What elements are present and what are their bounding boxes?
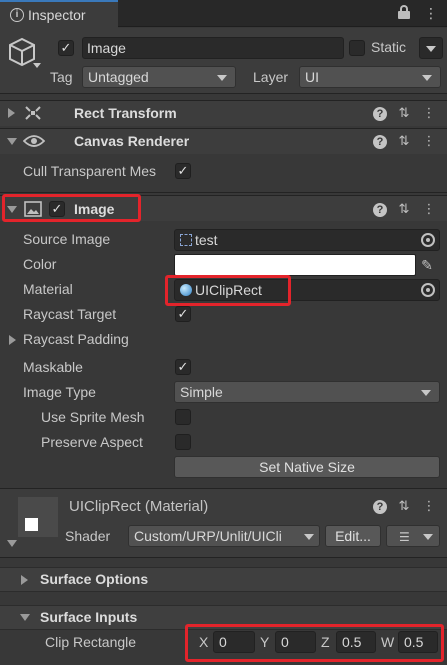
material-preview-thumbnail bbox=[18, 497, 58, 537]
list-icon: ☰ bbox=[399, 530, 410, 544]
active-toggle[interactable]: ✓ bbox=[58, 40, 74, 56]
raycast-target-toggle[interactable]: ✓ bbox=[175, 306, 191, 322]
canvas-renderer-title: Canvas Renderer bbox=[74, 133, 190, 149]
layer-label: Layer bbox=[253, 69, 289, 85]
separator bbox=[0, 192, 447, 193]
use-sprite-mesh-label: Use Sprite Mesh bbox=[41, 409, 145, 425]
name-field[interactable]: Image bbox=[82, 37, 344, 59]
object-picker-icon[interactable] bbox=[421, 233, 435, 247]
source-image-label: Source Image bbox=[23, 231, 111, 247]
preset-icon[interactable]: ⇅ bbox=[397, 106, 411, 120]
kebab-menu-icon[interactable]: ⋮ bbox=[422, 106, 436, 120]
foldout-expanded-icon[interactable] bbox=[7, 540, 17, 547]
name-field-value: Image bbox=[87, 40, 126, 56]
eye-icon bbox=[23, 135, 45, 147]
rect-transform-icon bbox=[25, 106, 41, 120]
shader-dropdown[interactable]: Custom/URP/Unlit/UICli bbox=[128, 525, 320, 547]
source-image-value: test bbox=[195, 232, 218, 248]
help-icon[interactable]: ? bbox=[373, 500, 387, 514]
tag-dropdown[interactable]: Untagged bbox=[82, 66, 236, 88]
shader-options-dropdown[interactable]: ☰ bbox=[386, 525, 440, 547]
help-icon[interactable]: ? bbox=[373, 135, 387, 149]
static-label: Static bbox=[371, 39, 407, 55]
raycast-padding-label[interactable]: Raycast Padding bbox=[23, 331, 129, 347]
highlight-image-header bbox=[2, 194, 141, 222]
shader-label: Shader bbox=[65, 528, 111, 544]
eyedropper-icon[interactable]: ✎ bbox=[420, 258, 434, 272]
help-icon[interactable]: ? bbox=[373, 107, 387, 121]
rect-transform-title: Rect Transform bbox=[74, 105, 177, 121]
highlight-clip-rectangle bbox=[185, 624, 444, 662]
icon-dropdown-arrow[interactable] bbox=[33, 63, 41, 68]
static-toggle[interactable] bbox=[349, 40, 365, 56]
foldout-collapsed-icon[interactable] bbox=[9, 335, 16, 345]
material-title: UIClipRect (Material) bbox=[69, 498, 209, 515]
help-icon[interactable]: ? bbox=[373, 203, 387, 217]
shader-value: Custom/URP/Unlit/UICli bbox=[134, 528, 282, 544]
cull-transparent-toggle[interactable]: ✓ bbox=[175, 163, 191, 179]
foldout-expanded-icon[interactable] bbox=[7, 138, 17, 145]
kebab-menu-icon[interactable]: ⋮ bbox=[422, 499, 436, 513]
use-sprite-mesh-toggle[interactable] bbox=[175, 409, 191, 425]
kebab-menu-icon[interactable]: ⋮ bbox=[422, 134, 436, 148]
preset-icon[interactable]: ⇅ bbox=[397, 202, 411, 216]
image-type-label: Image Type bbox=[23, 384, 96, 400]
clip-rectangle-label: Clip Rectangle bbox=[45, 634, 137, 650]
material-label: Material bbox=[23, 281, 73, 297]
preset-icon[interactable]: ⇅ bbox=[397, 134, 411, 148]
raycast-target-label: Raycast Target bbox=[23, 306, 117, 322]
highlight-material bbox=[165, 275, 291, 306]
kebab-menu-icon[interactable]: ⋮ bbox=[424, 6, 438, 20]
edit-shader-label: Edit... bbox=[335, 528, 371, 544]
color-field[interactable] bbox=[174, 254, 416, 276]
maskable-label: Maskable bbox=[23, 359, 83, 375]
set-native-size-button[interactable]: Set Native Size bbox=[174, 456, 440, 478]
tab-title: Inspector bbox=[28, 7, 86, 23]
kebab-menu-icon[interactable]: ⋮ bbox=[422, 202, 436, 216]
layer-value: UI bbox=[305, 69, 319, 85]
maskable-toggle[interactable]: ✓ bbox=[175, 359, 191, 375]
object-picker-icon[interactable] bbox=[421, 283, 435, 297]
image-type-value: Simple bbox=[180, 384, 223, 400]
tag-label: Tag bbox=[50, 69, 73, 85]
set-native-size-label: Set Native Size bbox=[259, 459, 355, 475]
sprite-icon bbox=[180, 234, 192, 246]
lock-icon[interactable] bbox=[398, 5, 410, 19]
cull-transparent-label: Cull Transparent Mes bbox=[23, 163, 157, 179]
image-type-dropdown[interactable]: Simple bbox=[174, 381, 440, 403]
tag-value: Untagged bbox=[88, 69, 149, 85]
source-image-field[interactable]: test bbox=[174, 229, 440, 251]
foldout-expanded-icon[interactable] bbox=[20, 614, 30, 621]
preserve-aspect-label: Preserve Aspect bbox=[41, 434, 143, 450]
preserve-aspect-toggle[interactable] bbox=[175, 434, 191, 450]
foldout-collapsed-icon[interactable] bbox=[21, 575, 28, 585]
color-label: Color bbox=[23, 256, 57, 272]
foldout-collapsed-icon[interactable] bbox=[8, 108, 15, 118]
surface-options-label: Surface Options bbox=[40, 571, 149, 587]
static-dropdown[interactable] bbox=[419, 37, 443, 59]
tab-inspector[interactable]: i Inspector bbox=[0, 0, 118, 28]
layer-dropdown[interactable]: UI bbox=[299, 66, 441, 88]
surface-inputs-label: Surface Inputs bbox=[40, 609, 138, 625]
edit-shader-button[interactable]: Edit... bbox=[325, 525, 381, 547]
info-icon: i bbox=[10, 8, 24, 22]
preset-icon[interactable]: ⇅ bbox=[397, 499, 411, 513]
